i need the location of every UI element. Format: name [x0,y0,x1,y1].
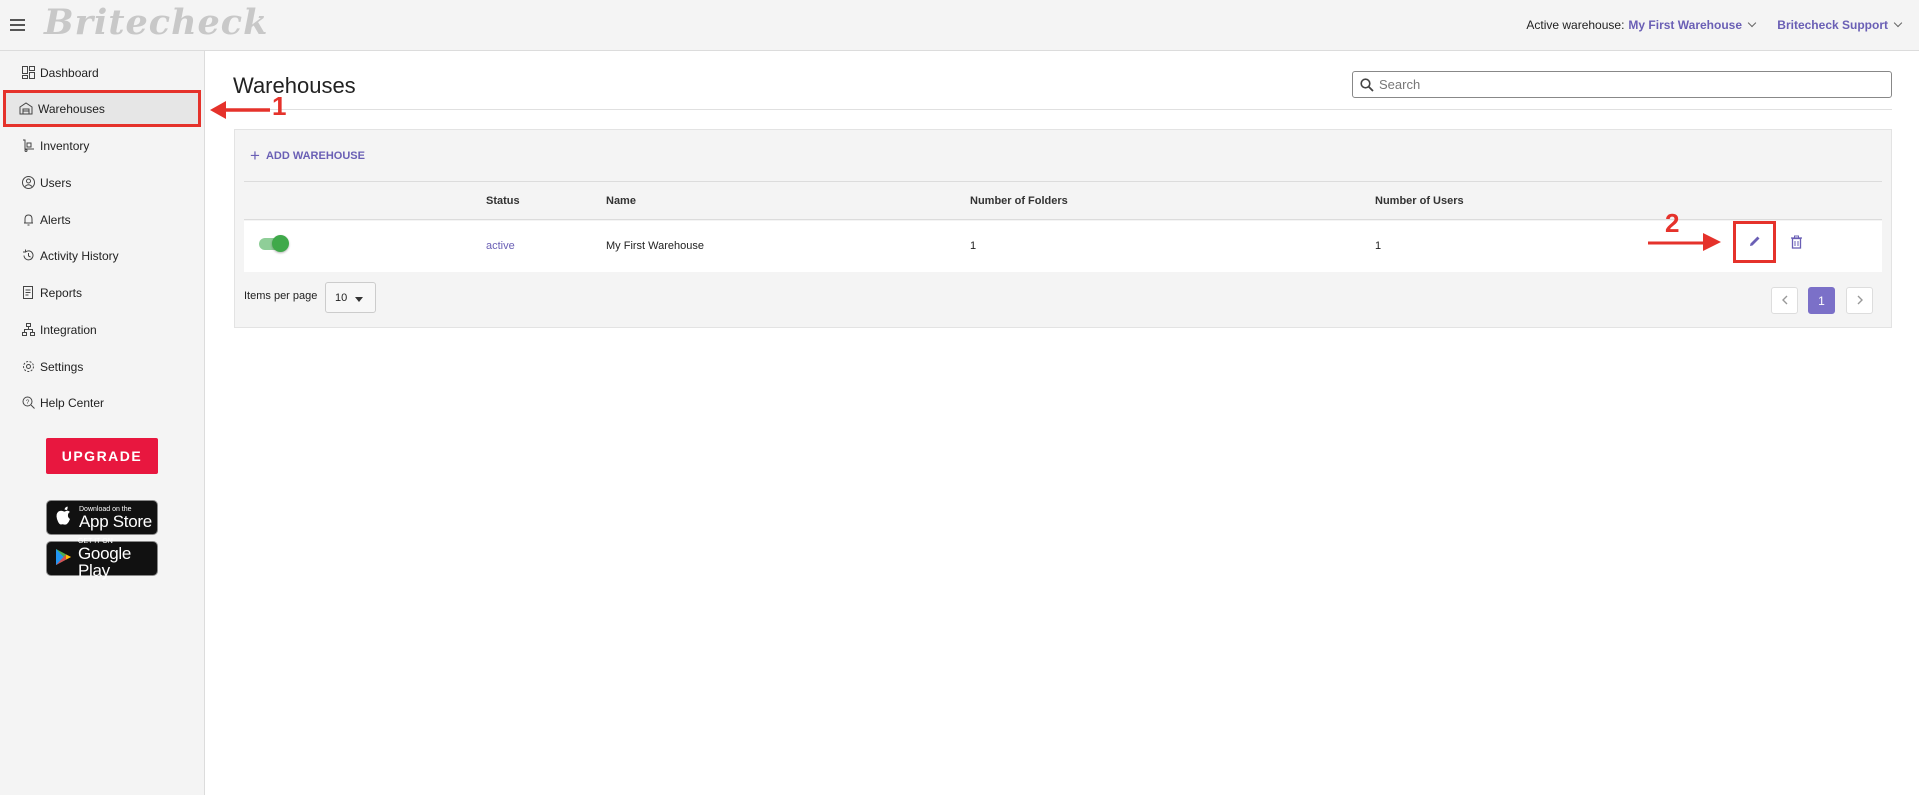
annotation-step-1: 1 [272,91,287,121]
annotation-step-2: 2 [1665,208,1680,238]
annotation-arrows [210,101,1721,251]
